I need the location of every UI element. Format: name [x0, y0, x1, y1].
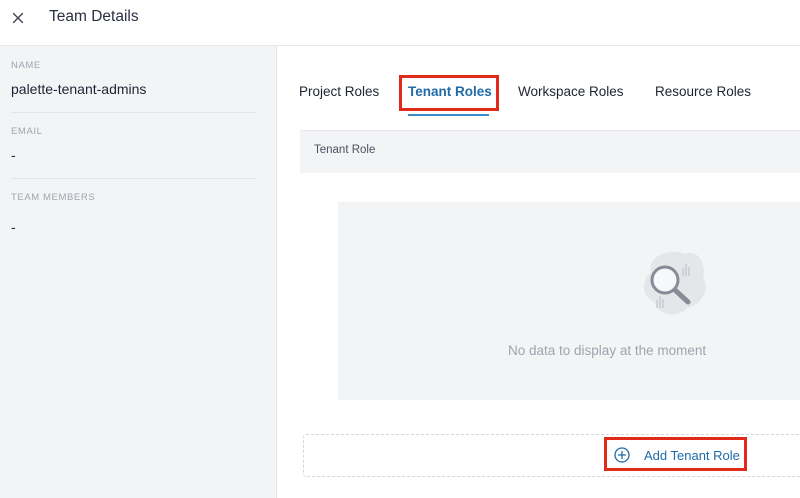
team-members-field: TEAM MEMBERS - [11, 192, 257, 236]
team-info-sidebar: NAME palette-tenant-admins EMAIL - TEAM … [0, 46, 277, 498]
magnifier-icon [643, 251, 706, 315]
header-bar: Team Details [0, 0, 800, 46]
name-value: palette-tenant-admins [11, 81, 147, 97]
email-label: EMAIL [11, 126, 43, 137]
team-members-label: TEAM MEMBERS [11, 192, 96, 203]
column-header-tenant-role: Tenant Role [314, 144, 376, 156]
tab-workspace-roles[interactable]: Workspace Roles [518, 83, 624, 101]
page-title: Team Details [49, 8, 139, 25]
name-label: NAME [11, 60, 41, 71]
active-tab-indicator [408, 114, 489, 116]
name-field: NAME palette-tenant-admins [11, 60, 257, 98]
tab-resource-roles[interactable]: Resource Roles [655, 83, 751, 101]
add-tenant-role-button[interactable]: Add Tenant Role [614, 443, 740, 467]
tab-project-roles[interactable]: Project Roles [299, 83, 379, 101]
divider [11, 178, 257, 179]
divider [11, 112, 257, 113]
empty-state: No data to display at the moment [338, 202, 800, 400]
tab-tenant-roles[interactable]: Tenant Roles [408, 83, 492, 101]
email-value: - [11, 147, 16, 163]
table-header: Tenant Role [300, 130, 800, 173]
main-panel: Project Roles Tenant Roles Workspace Rol… [277, 46, 800, 498]
email-field: EMAIL - [11, 126, 257, 164]
add-tenant-role-label: Add Tenant Role [644, 447, 740, 463]
plus-circle-icon [614, 447, 630, 463]
team-members-value: - [11, 219, 16, 235]
close-icon [12, 12, 24, 24]
close-button[interactable] [8, 8, 28, 28]
add-role-area: Add Tenant Role [303, 434, 800, 477]
empty-message: No data to display at the moment [508, 343, 707, 358]
